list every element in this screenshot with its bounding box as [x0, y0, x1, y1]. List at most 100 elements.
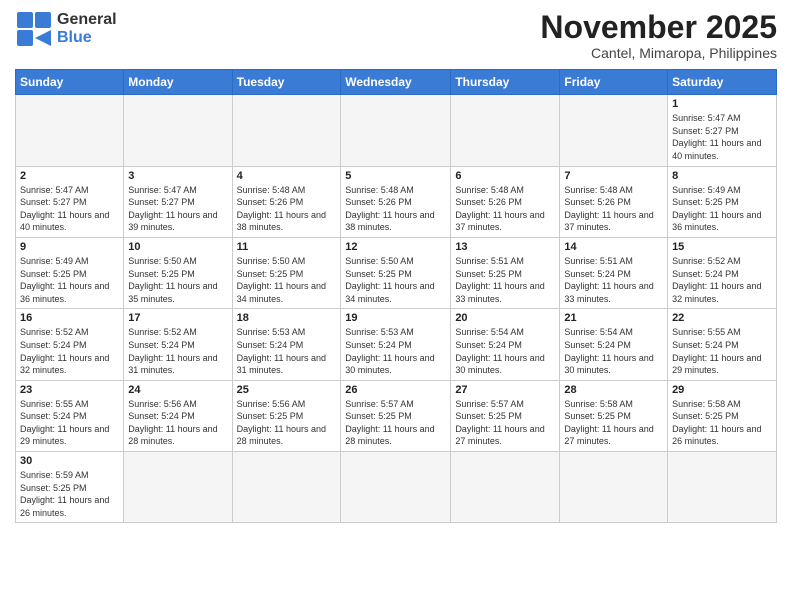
weekday-header-tuesday: Tuesday — [232, 70, 341, 95]
cell-content: Sunrise: 5:52 AMSunset: 5:24 PMDaylight:… — [20, 326, 119, 376]
calendar-cell-3: 3 Sunrise: 5:47 AMSunset: 5:27 PMDaylight… — [124, 166, 232, 237]
week-row-2: 9 Sunrise: 5:49 AMSunset: 5:25 PMDaylight… — [16, 237, 777, 308]
day-number: 10 — [128, 241, 227, 253]
cell-content: Sunrise: 5:49 AMSunset: 5:25 PMDaylight:… — [672, 184, 772, 234]
cell-content: Sunrise: 5:51 AMSunset: 5:25 PMDaylight:… — [455, 255, 555, 305]
cell-content: Sunrise: 5:48 AMSunset: 5:26 PMDaylight:… — [564, 184, 663, 234]
cell-content: Sunrise: 5:50 AMSunset: 5:25 PMDaylight:… — [237, 255, 337, 305]
day-number: 3 — [128, 170, 227, 182]
calendar-cell-11: 11 Sunrise: 5:50 AMSunset: 5:25 PMDayligh… — [232, 237, 341, 308]
logo-general: General — [57, 11, 117, 29]
day-number: 21 — [564, 312, 663, 324]
calendar-cell-24: 24 Sunrise: 5:56 AMSunset: 5:24 PMDayligh… — [124, 380, 232, 451]
cell-content: Sunrise: 5:49 AMSunset: 5:25 PMDaylight:… — [20, 255, 119, 305]
day-number: 28 — [564, 384, 663, 396]
cell-content: Sunrise: 5:58 AMSunset: 5:25 PMDaylight:… — [564, 398, 663, 448]
cell-content: Sunrise: 5:48 AMSunset: 5:26 PMDaylight:… — [455, 184, 555, 234]
day-number: 26 — [345, 384, 446, 396]
cell-content: Sunrise: 5:57 AMSunset: 5:25 PMDaylight:… — [455, 398, 555, 448]
calendar-cell-empty — [124, 95, 232, 166]
calendar-cell-2: 2Sunrise: 5:47 AMSunset: 5:27 PMDaylight… — [16, 166, 124, 237]
day-number: 25 — [237, 384, 337, 396]
calendar-cell-12: 12 Sunrise: 5:50 AMSunset: 5:25 PMDayligh… — [341, 237, 451, 308]
logo: General Blue — [15, 10, 117, 48]
calendar-cell-30: 30Sunrise: 5:59 AMSunset: 5:25 PMDayligh… — [16, 452, 124, 523]
cell-content: Sunrise: 5:52 AMSunset: 5:24 PMDaylight:… — [672, 255, 772, 305]
day-number: 12 — [345, 241, 446, 253]
calendar-cell-8: 8 Sunrise: 5:49 AMSunset: 5:25 PMDaylight… — [668, 166, 777, 237]
calendar-cell-empty — [451, 95, 560, 166]
calendar-cell-20: 20Sunrise: 5:54 AMSunset: 5:24 PMDayligh… — [451, 309, 560, 380]
calendar-cell-10: 10 Sunrise: 5:50 AMSunset: 5:25 PMDayligh… — [124, 237, 232, 308]
calendar-cell-empty — [560, 95, 668, 166]
day-number: 9 — [20, 241, 119, 253]
day-number: 4 — [237, 170, 337, 182]
calendar-cell-empty — [341, 95, 451, 166]
calendar-cell-5: 5Sunrise: 5:48 AMSunset: 5:26 PMDaylight… — [341, 166, 451, 237]
day-number: 20 — [455, 312, 555, 324]
calendar-cell-19: 19Sunrise: 5:53 AMSunset: 5:24 PMDayligh… — [341, 309, 451, 380]
day-number: 6 — [455, 170, 555, 182]
cell-content: Sunrise: 5:47 AMSunset: 5:27 PMDaylight:… — [672, 112, 772, 162]
day-number: 23 — [20, 384, 119, 396]
day-number: 15 — [672, 241, 772, 253]
calendar-cell-26: 26 Sunrise: 5:57 AMSunset: 5:25 PMDayligh… — [341, 380, 451, 451]
day-number: 18 — [237, 312, 337, 324]
calendar-cell-17: 17Sunrise: 5:52 AMSunset: 5:24 PMDayligh… — [124, 309, 232, 380]
calendar-cell-14: 14 Sunrise: 5:51 AMSunset: 5:24 PMDayligh… — [560, 237, 668, 308]
cell-content: Sunrise: 5:56 AMSunset: 5:24 PMDaylight:… — [128, 398, 227, 448]
calendar-cell-28: 28 Sunrise: 5:58 AMSunset: 5:25 PMDayligh… — [560, 380, 668, 451]
calendar-cell-18: 18 Sunrise: 5:53 AMSunset: 5:24 PMDayligh… — [232, 309, 341, 380]
day-number: 24 — [128, 384, 227, 396]
weekday-header-sunday: Sunday — [16, 70, 124, 95]
calendar-cell-27: 27 Sunrise: 5:57 AMSunset: 5:25 PMDayligh… — [451, 380, 560, 451]
calendar-cell-empty — [16, 95, 124, 166]
weekday-header-monday: Monday — [124, 70, 232, 95]
cell-content: Sunrise: 5:50 AMSunset: 5:25 PMDaylight:… — [128, 255, 227, 305]
calendar-cell-9: 9 Sunrise: 5:49 AMSunset: 5:25 PMDaylight… — [16, 237, 124, 308]
calendar-cell-4: 4 Sunrise: 5:48 AMSunset: 5:26 PMDaylight… — [232, 166, 341, 237]
cell-content: Sunrise: 5:53 AMSunset: 5:24 PMDaylight:… — [237, 326, 337, 376]
cell-content: Sunrise: 5:51 AMSunset: 5:24 PMDaylight:… — [564, 255, 663, 305]
cell-content: Sunrise: 5:48 AMSunset: 5:26 PMDaylight:… — [237, 184, 337, 234]
day-number: 22 — [672, 312, 772, 324]
day-number: 7 — [564, 170, 663, 182]
location: Cantel, Mimaropa, Philippines — [540, 45, 777, 61]
page-container: General Blue November 2025 Cantel, Mimar… — [0, 0, 792, 533]
calendar-cell-empty — [341, 452, 451, 523]
cell-content: Sunrise: 5:48 AMSunset: 5:26 PMDaylight:… — [345, 184, 446, 234]
calendar-cell-empty — [232, 95, 341, 166]
calendar-cell-22: 22 Sunrise: 5:55 AMSunset: 5:24 PMDayligh… — [668, 309, 777, 380]
day-number: 8 — [672, 170, 772, 182]
calendar-cell-13: 13 Sunrise: 5:51 AMSunset: 5:25 PMDayligh… — [451, 237, 560, 308]
week-row-1: 2Sunrise: 5:47 AMSunset: 5:27 PMDaylight… — [16, 166, 777, 237]
weekday-header-friday: Friday — [560, 70, 668, 95]
week-row-4: 23Sunrise: 5:55 AMSunset: 5:24 PMDayligh… — [16, 380, 777, 451]
cell-content: Sunrise: 5:47 AMSunset: 5:27 PMDaylight:… — [128, 184, 227, 234]
day-number: 19 — [345, 312, 446, 324]
cell-content: Sunrise: 5:47 AMSunset: 5:27 PMDaylight:… — [20, 184, 119, 234]
logo-blue: Blue — [57, 29, 117, 47]
cell-content: Sunrise: 5:50 AMSunset: 5:25 PMDaylight:… — [345, 255, 446, 305]
cell-content: Sunrise: 5:57 AMSunset: 5:25 PMDaylight:… — [345, 398, 446, 448]
calendar-cell-21: 21Sunrise: 5:54 AMSunset: 5:24 PMDayligh… — [560, 309, 668, 380]
month-title: November 2025 — [540, 10, 777, 45]
day-number: 14 — [564, 241, 663, 253]
calendar-cell-1: 1Sunrise: 5:47 AMSunset: 5:27 PMDaylight… — [668, 95, 777, 166]
weekday-header-wednesday: Wednesday — [341, 70, 451, 95]
calendar-cell-empty — [124, 452, 232, 523]
day-number: 11 — [237, 241, 337, 253]
day-number: 13 — [455, 241, 555, 253]
weekday-header-row: SundayMondayTuesdayWednesdayThursdayFrid… — [16, 70, 777, 95]
header: General Blue November 2025 Cantel, Mimar… — [15, 10, 777, 61]
calendar-cell-empty — [560, 452, 668, 523]
calendar-cell-6: 6 Sunrise: 5:48 AMSunset: 5:26 PMDaylight… — [451, 166, 560, 237]
calendar: SundayMondayTuesdayWednesdayThursdayFrid… — [15, 69, 777, 523]
cell-content: Sunrise: 5:56 AMSunset: 5:25 PMDaylight:… — [237, 398, 337, 448]
cell-content: Sunrise: 5:58 AMSunset: 5:25 PMDaylight:… — [672, 398, 772, 448]
cell-content: Sunrise: 5:55 AMSunset: 5:24 PMDaylight:… — [672, 326, 772, 376]
calendar-cell-empty — [668, 452, 777, 523]
day-number: 27 — [455, 384, 555, 396]
calendar-cell-16: 16Sunrise: 5:52 AMSunset: 5:24 PMDayligh… — [16, 309, 124, 380]
week-row-3: 16Sunrise: 5:52 AMSunset: 5:24 PMDayligh… — [16, 309, 777, 380]
